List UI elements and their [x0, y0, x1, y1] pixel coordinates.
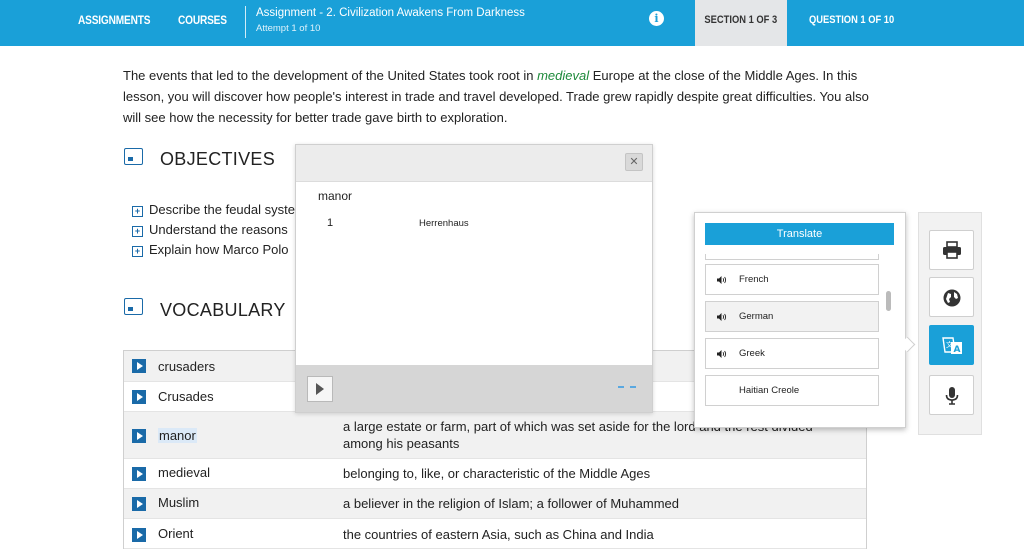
- globe-icon: [943, 289, 961, 307]
- loading-indicator: [618, 386, 636, 388]
- print-icon: [943, 241, 961, 259]
- translate-icon: 文A: [942, 337, 962, 355]
- attempt-label: Attempt 1 of 10: [256, 23, 321, 34]
- intro-text-before: The events that led to the development o…: [123, 68, 538, 83]
- language-option[interactable]: Greek: [705, 338, 879, 369]
- vocab-term[interactable]: medieval: [158, 465, 210, 480]
- vocab-definition: belonging to, like, or characteristic of…: [343, 466, 651, 481]
- play-audio-icon[interactable]: [132, 467, 146, 481]
- print-button[interactable]: [929, 230, 974, 270]
- table-row: Muslim a believer in the religion of Isl…: [124, 489, 866, 519]
- play-audio-icon[interactable]: [132, 359, 146, 373]
- nav-assignments[interactable]: ASSIGNMENTS: [78, 0, 150, 46]
- objective-item[interactable]: + Understand the reasons: [132, 220, 295, 240]
- info-icon[interactable]: i: [649, 11, 664, 26]
- translate-button[interactable]: Translate: [705, 223, 894, 245]
- vocab-term[interactable]: manor: [158, 428, 197, 443]
- definition-number: 1: [327, 217, 334, 229]
- language-option[interactable]: [705, 254, 879, 260]
- assignment-title: Assignment - 2. Civilization Awakens Fro…: [256, 7, 525, 19]
- dictionary-popup: ✕ manor 1 Herrenhaus: [295, 144, 653, 413]
- scrollbar[interactable]: [886, 291, 891, 311]
- speaker-icon: [717, 276, 727, 284]
- globe-button[interactable]: [929, 277, 974, 317]
- vocab-definition: the countries of eastern Asia, such as C…: [343, 527, 654, 542]
- objectives-list: + Describe the feudal system + Understand …: [132, 200, 295, 260]
- vocab-definition: a believer in the religion of Islam; a f…: [343, 496, 679, 511]
- vocab-term[interactable]: crusaders: [158, 359, 215, 374]
- speaker-icon: [717, 350, 727, 358]
- speaker-icon: [717, 313, 727, 321]
- close-icon[interactable]: ✕: [625, 153, 643, 171]
- language-name: Haitian Creole: [739, 385, 800, 396]
- intro-paragraph: The events that led to the development o…: [123, 65, 873, 128]
- expand-icon[interactable]: +: [132, 226, 143, 237]
- language-option-selected[interactable]: German: [705, 301, 879, 332]
- top-bar: ASSIGNMENTS COURSES Assignment - 2. Civi…: [0, 0, 1024, 46]
- vocabulary-heading: VOCABULARY: [160, 300, 286, 320]
- translate-tool-button[interactable]: 文A: [929, 325, 974, 365]
- play-audio-icon[interactable]: [132, 390, 146, 404]
- language-option[interactable]: French: [705, 264, 879, 295]
- vocab-term[interactable]: Crusades: [158, 389, 214, 404]
- language-option[interactable]: Haitian Creole: [705, 375, 879, 406]
- translation-text: Herrenhaus: [419, 218, 469, 229]
- table-row: medieval belonging to, like, or characte…: [124, 459, 866, 489]
- dictionary-word: manor: [318, 189, 353, 203]
- microphone-button[interactable]: [929, 375, 974, 415]
- vocabulary-icon: [124, 298, 143, 315]
- question-indicator[interactable]: QUESTION 1 OF 10: [809, 0, 909, 46]
- vocab-link-medieval[interactable]: medieval: [537, 68, 589, 83]
- table-row: Orient the countries of eastern Asia, su…: [124, 519, 866, 549]
- play-audio-icon[interactable]: [132, 528, 146, 542]
- microphone-icon: [945, 387, 959, 405]
- objectives-icon: [124, 148, 143, 165]
- expand-icon[interactable]: +: [132, 246, 143, 257]
- language-name: German: [739, 311, 774, 322]
- language-list: French German Greek Haitian Creole: [705, 254, 883, 410]
- objectives-heading: OBJECTIVES: [160, 149, 276, 169]
- translate-panel: Translate French German Greek Haitian Cr…: [694, 212, 906, 428]
- play-audio-icon[interactable]: [132, 429, 146, 443]
- dictionary-footer: [296, 365, 652, 412]
- objective-item[interactable]: + Describe the feudal system: [132, 200, 295, 220]
- tools-sidebar: 文A: [918, 212, 982, 435]
- objective-item[interactable]: + Explain how Marco Polo: [132, 240, 295, 260]
- svg-text:A: A: [954, 345, 961, 355]
- nav-courses[interactable]: COURSES: [178, 0, 227, 46]
- section-indicator: SECTION 1 OF 3: [695, 0, 787, 46]
- language-name: French: [739, 274, 769, 285]
- expand-icon[interactable]: +: [132, 206, 143, 217]
- language-name: Greek: [739, 348, 765, 359]
- nav-divider: [245, 6, 246, 38]
- vocab-term[interactable]: Muslim: [158, 495, 199, 510]
- dictionary-header: ✕: [296, 145, 652, 182]
- play-icon[interactable]: [307, 376, 333, 402]
- play-audio-icon[interactable]: [132, 497, 146, 511]
